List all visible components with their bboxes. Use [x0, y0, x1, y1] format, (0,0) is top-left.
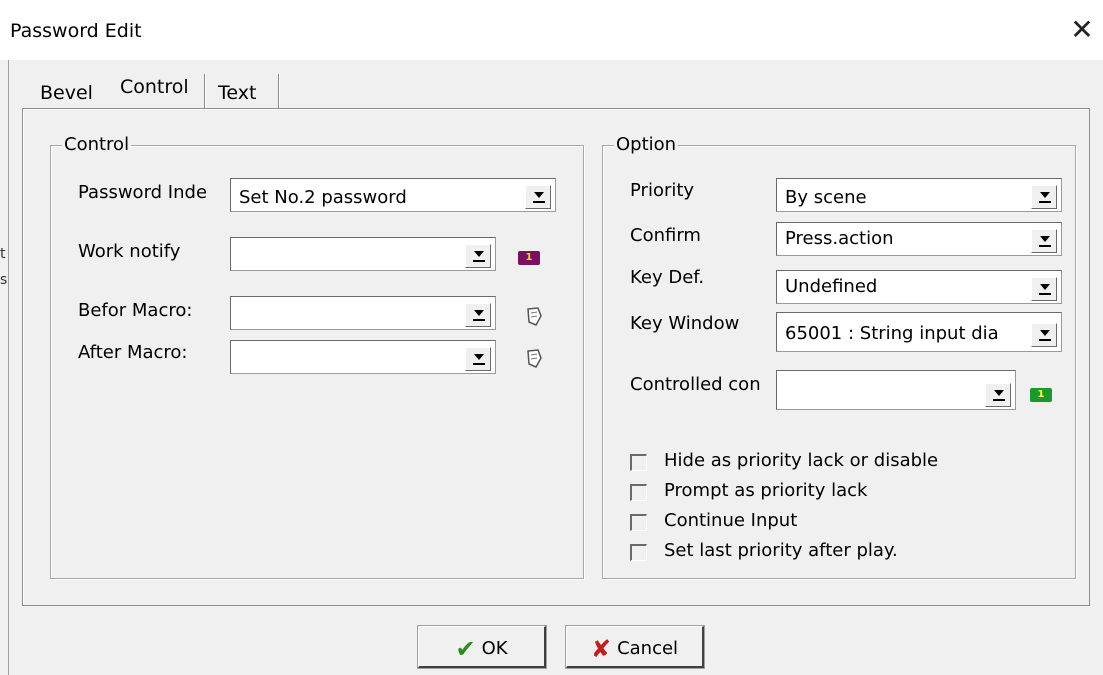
hide-priority-label: Hide as priority lack or disable — [664, 450, 939, 471]
after-macro-icon[interactable] — [524, 348, 544, 375]
controlled-con-badge-icon[interactable]: 1 — [1030, 388, 1052, 402]
ok-label: OK — [481, 638, 508, 659]
chevron-down-icon[interactable] — [525, 185, 551, 209]
after-macro-select[interactable] — [230, 340, 496, 374]
control-group-title: Control — [62, 134, 132, 155]
key-window-select[interactable]: 65001 : String input dia — [776, 312, 1062, 352]
priority-label: Priority — [630, 180, 695, 201]
chevron-down-icon[interactable] — [1031, 323, 1057, 347]
prompt-priority-label: Prompt as priority lack — [664, 480, 868, 501]
background-text-fragment: t — [0, 246, 6, 262]
cancel-label: Cancel — [617, 638, 679, 659]
key-def-select[interactable]: Undefined — [776, 270, 1062, 304]
continue-input-checkbox[interactable] — [630, 514, 647, 531]
tab-bevel[interactable]: Bevel — [40, 82, 93, 104]
confirm-value: Press.action — [785, 228, 894, 249]
work-notify-badge-icon[interactable]: 1 — [518, 251, 540, 265]
tab-control[interactable]: Control — [120, 76, 189, 98]
key-window-label: Key Window — [630, 313, 740, 334]
chevron-down-icon[interactable] — [985, 383, 1011, 407]
x-icon: ✘ — [590, 635, 612, 663]
set-last-priority-label: Set last priority after play. — [664, 540, 898, 561]
key-def-label: Key Def. — [630, 267, 705, 288]
close-icon[interactable]: ✕ — [1068, 16, 1096, 44]
chevron-down-icon[interactable] — [465, 244, 491, 268]
password-index-value: Set No.2 password — [239, 187, 407, 208]
window-title: Password Edit — [10, 20, 142, 42]
chevron-down-icon[interactable] — [1031, 277, 1057, 301]
work-notify-label: Work notify — [78, 241, 181, 262]
password-index-label: Password Inde — [78, 182, 208, 203]
key-window-value: 65001 : String input dia — [785, 323, 999, 344]
work-notify-select[interactable] — [230, 237, 496, 271]
window-left-edge — [8, 60, 9, 675]
chevron-down-icon[interactable] — [465, 347, 491, 371]
controlled-con-label: Controlled con — [630, 374, 761, 395]
confirm-select[interactable]: Press.action — [776, 222, 1062, 256]
cancel-button[interactable]: ✘ Cancel — [565, 625, 705, 669]
continue-input-label: Continue Input — [664, 510, 798, 531]
ok-button[interactable]: ✔ OK — [417, 625, 547, 669]
checkmark-icon: ✔ — [455, 635, 476, 663]
priority-value: By scene — [785, 187, 867, 208]
tab-text[interactable]: Text — [218, 82, 256, 104]
chevron-down-icon[interactable] — [465, 303, 491, 327]
tab-separator — [278, 74, 280, 110]
tab-separator — [204, 74, 206, 110]
before-macro-label: Befor Macro: — [78, 300, 193, 321]
prompt-priority-checkbox[interactable] — [630, 484, 647, 501]
chevron-down-icon[interactable] — [1031, 185, 1057, 209]
after-macro-label: After Macro: — [78, 342, 188, 363]
controlled-con-select[interactable] — [776, 370, 1016, 410]
password-index-select[interactable]: Set No.2 password — [230, 178, 556, 212]
option-group-title: Option — [614, 134, 679, 155]
background-text-fragment: s — [0, 272, 8, 288]
set-last-priority-checkbox[interactable] — [630, 544, 647, 561]
chevron-down-icon[interactable] — [1031, 229, 1057, 253]
before-macro-icon[interactable] — [524, 306, 544, 333]
key-def-value: Undefined — [785, 276, 878, 297]
priority-select[interactable]: By scene — [776, 178, 1062, 212]
hide-priority-checkbox[interactable] — [630, 454, 647, 471]
title-bar — [0, 0, 1103, 60]
before-macro-select[interactable] — [230, 296, 496, 330]
confirm-label: Confirm — [630, 225, 701, 246]
